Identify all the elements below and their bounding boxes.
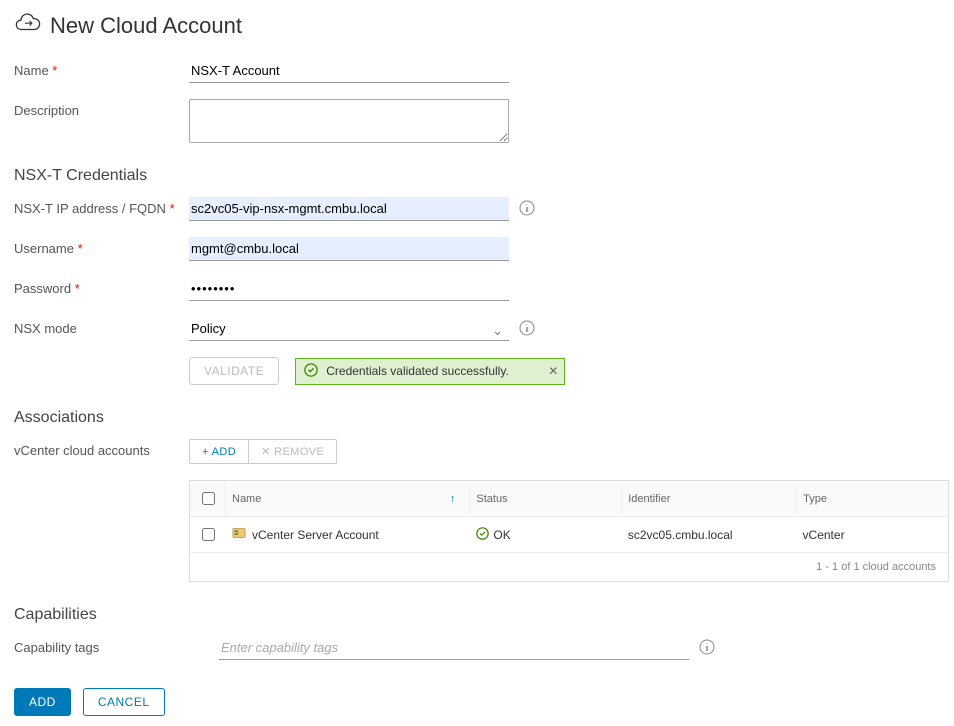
cloud-icon xyxy=(14,10,42,41)
page-header: New Cloud Account xyxy=(14,10,940,41)
capabilities-section-title: Capabilities xyxy=(14,606,940,624)
table-row[interactable]: vCenter Server Account OK sc2vc05.cmbu.l… xyxy=(190,517,948,553)
row-name: vCenter Server Account xyxy=(252,528,379,542)
add-association-button[interactable]: + ADD xyxy=(190,440,249,463)
ok-icon xyxy=(476,527,489,543)
sort-asc-icon[interactable]: ↑ xyxy=(450,493,464,505)
remove-association-button: ✕ REMOVE xyxy=(249,440,336,463)
associations-section-title: Associations xyxy=(14,409,940,427)
info-icon[interactable] xyxy=(699,639,715,658)
capability-tags-input[interactable] xyxy=(219,636,689,660)
check-circle-icon xyxy=(304,363,318,380)
username-input[interactable] xyxy=(189,237,509,261)
validate-button[interactable]: Validate xyxy=(189,357,279,385)
credentials-section-title: NSX-T Credentials xyxy=(14,167,940,185)
name-input[interactable] xyxy=(189,59,509,83)
fqdn-label: NSX-T IP address / FQDN xyxy=(14,197,189,216)
password-label: Password xyxy=(14,277,189,296)
grid-header: Name ↑ Status Identifier Type xyxy=(190,481,948,517)
row-status: OK xyxy=(493,528,510,542)
validation-message: Credentials validated successfully. xyxy=(326,364,509,378)
col-name-header[interactable]: Name xyxy=(232,493,261,505)
select-all-checkbox[interactable] xyxy=(202,492,215,505)
info-icon[interactable] xyxy=(519,320,535,339)
associations-grid: Name ↑ Status Identifier Type vCenter Se… xyxy=(189,480,949,582)
username-label: Username xyxy=(14,237,189,256)
row-identifier: sc2vc05.cmbu.local xyxy=(622,520,797,550)
grid-footer: 1 - 1 of 1 cloud accounts xyxy=(190,553,948,581)
associations-toolbar: + ADD ✕ REMOVE xyxy=(189,439,337,464)
col-type-header[interactable]: Type xyxy=(797,485,948,513)
fqdn-input[interactable] xyxy=(189,197,509,221)
description-label: Description xyxy=(14,99,189,118)
password-input[interactable] xyxy=(189,277,509,301)
capability-tags-label: Capability tags xyxy=(14,636,219,655)
nsx-mode-select[interactable]: Policy xyxy=(189,317,509,341)
page-title: New Cloud Account xyxy=(50,13,242,39)
nsx-mode-label: NSX mode xyxy=(14,317,189,336)
close-icon[interactable]: ✕ xyxy=(548,364,558,378)
name-label: Name xyxy=(14,59,189,78)
cancel-button[interactable]: Cancel xyxy=(83,688,165,716)
col-status-header[interactable]: Status xyxy=(470,485,622,513)
add-button[interactable]: Add xyxy=(14,688,71,716)
vcenter-accounts-label: vCenter cloud accounts xyxy=(14,439,189,458)
validation-success-alert: Credentials validated successfully. ✕ xyxy=(295,358,565,385)
description-textarea[interactable] xyxy=(189,99,509,143)
row-type: vCenter xyxy=(797,520,948,550)
row-checkbox[interactable] xyxy=(202,528,215,541)
col-identifier-header[interactable]: Identifier xyxy=(622,485,797,513)
info-icon[interactable] xyxy=(519,200,535,219)
vcenter-icon xyxy=(232,526,246,543)
